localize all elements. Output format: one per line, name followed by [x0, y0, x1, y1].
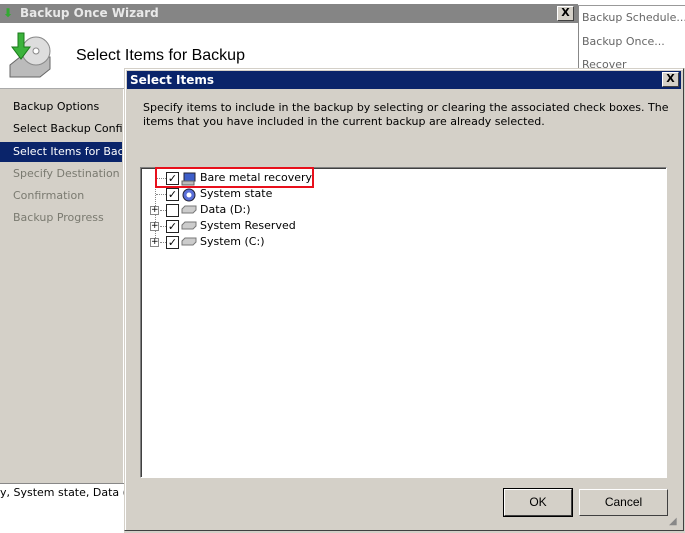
tree-item[interactable]: + ✓ System (C:)	[141, 234, 641, 250]
action-backup-once[interactable]: Backup Once...	[582, 35, 665, 48]
dialog-close-button[interactable]: X	[662, 72, 679, 87]
actions-panel: Backup Schedule... Backup Once... Recove…	[578, 6, 685, 68]
item-label: System (C:)	[200, 235, 265, 248]
nav-specify-destination: Specify Destination Typ	[13, 167, 122, 180]
select-items-dialog: Select Items X Specify items to include …	[124, 68, 684, 531]
wizard-heading: Select Items for Backup	[76, 47, 245, 64]
action-recover[interactable]: Recover	[582, 58, 627, 68]
cancel-button[interactable]: Cancel	[579, 489, 668, 516]
item-checkbox[interactable]: ✓	[166, 236, 179, 249]
wizard-titlebar: ⬇ Backup Once Wizard X	[0, 4, 578, 23]
tree-item[interactable]: ✓ System state	[141, 186, 641, 202]
nav-select-backup-configuration[interactable]: Select Backup Configur	[0, 119, 122, 139]
item-checkbox[interactable]: ✓	[166, 188, 179, 201]
wizard-title: Backup Once Wizard	[20, 6, 159, 20]
drive-icon	[181, 235, 197, 250]
item-checkbox[interactable]	[166, 204, 179, 217]
item-checkbox[interactable]: ✓	[166, 220, 179, 233]
wizard-app-icon: ⬇	[3, 6, 14, 20]
drive-icon	[181, 219, 197, 234]
item-label: System state	[200, 187, 273, 200]
ok-button[interactable]: OK	[503, 488, 573, 517]
expand-icon[interactable]: +	[150, 206, 159, 215]
expand-icon[interactable]: +	[150, 238, 159, 247]
nav-backup-progress: Backup Progress	[13, 211, 104, 224]
tree-line	[156, 194, 166, 195]
tree-item[interactable]: + Data (D:)	[141, 202, 641, 218]
drive-icon	[181, 203, 197, 218]
tree-item[interactable]: + ✓ System Reserved	[141, 218, 641, 234]
resize-grip-icon[interactable]: ◢	[669, 516, 677, 527]
dialog-title: Select Items	[130, 73, 215, 87]
backup-drive-icon	[9, 32, 51, 78]
summary-text: y, System state, Data (D:	[0, 486, 124, 499]
highlight-box	[155, 167, 314, 188]
nav-backup-options[interactable]: Backup Options	[0, 97, 122, 117]
dialog-titlebar: Select Items X	[127, 71, 681, 89]
wizard-close-button[interactable]: X	[557, 6, 574, 21]
expand-icon[interactable]: +	[150, 222, 159, 231]
items-tree: ✓ Bare metal recovery ✓ System state + Data (…	[140, 167, 667, 478]
nav-confirmation: Confirmation	[13, 189, 85, 202]
action-backup-schedule[interactable]: Backup Schedule...	[582, 11, 685, 24]
item-label: Data (D:)	[200, 203, 251, 216]
dialog-description: Specify items to include in the backup b…	[143, 101, 669, 128]
nav-select-items[interactable]: Select Items for Backup	[0, 142, 122, 162]
item-label: System Reserved	[200, 219, 296, 232]
